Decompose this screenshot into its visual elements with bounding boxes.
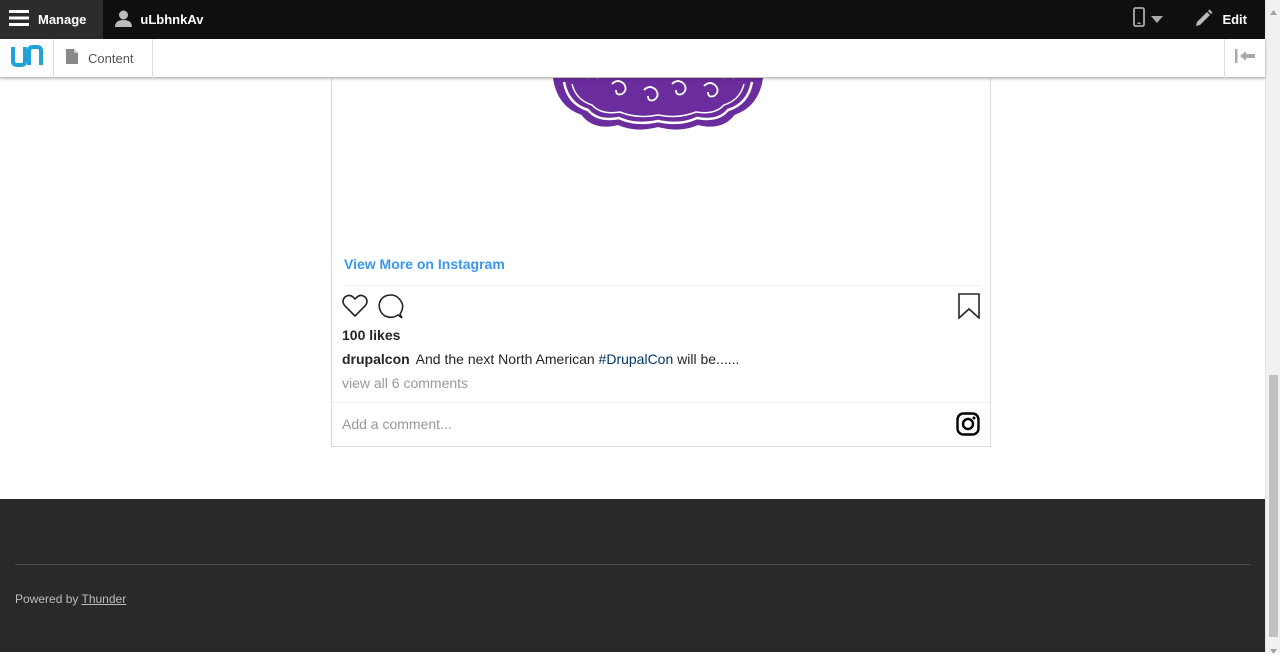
powered-by-text: Powered by Thunder [15, 592, 126, 606]
collapse-left-icon [1235, 48, 1255, 68]
scroll-down-arrow-icon[interactable] [1270, 641, 1277, 659]
caption-text-before: And the next North American [415, 351, 599, 367]
scroll-up-arrow-icon[interactable] [1270, 2, 1277, 20]
scrollbar-thumb[interactable] [1269, 375, 1278, 637]
admin-toolbar: Manage uLbhnkAv Edit [0, 0, 1265, 39]
divider [343, 285, 980, 286]
user-menu-button[interactable]: uLbhnkAv [103, 0, 215, 39]
post-caption: drupalcon And the next North American #Dr… [342, 351, 739, 367]
divider [332, 402, 990, 403]
content-menu-item[interactable]: Content [54, 38, 153, 78]
heart-icon[interactable] [342, 294, 368, 323]
manage-button[interactable]: Manage [0, 0, 104, 39]
view-more-on-instagram-link[interactable]: View More on Instagram [344, 256, 505, 272]
site-footer: Powered by Thunder [0, 499, 1265, 652]
edit-button[interactable]: Edit [1181, 0, 1265, 39]
powered-by-label: Powered by [15, 592, 79, 606]
caption-hashtag[interactable]: #DrupalCon [599, 351, 674, 367]
admin-toolbar-tray: Content [0, 38, 1265, 78]
edit-label: Edit [1222, 12, 1247, 27]
instagram-embed: View More on Instagram 100 likes drupalc… [331, 20, 991, 447]
thunder-link[interactable]: Thunder [82, 592, 127, 606]
pencil-icon [1195, 9, 1213, 30]
add-comment-input[interactable]: Add a comment... [342, 416, 452, 432]
thunder-logo-link[interactable] [0, 38, 54, 78]
manage-label: Manage [38, 12, 87, 27]
caption-text-after: will be...... [673, 351, 740, 367]
bookmark-icon[interactable] [958, 293, 980, 324]
content-label: Content [88, 50, 134, 66]
toolbar-orientation-toggle[interactable] [1224, 38, 1265, 78]
instagram-logo-icon[interactable] [956, 412, 980, 441]
thunder-logo-icon [10, 44, 44, 73]
user-label: uLbhnkAv [140, 12, 204, 27]
page-scrollbar[interactable] [1265, 0, 1280, 654]
view-all-comments-link[interactable]: view all 6 comments [342, 375, 468, 391]
divider [15, 564, 1251, 565]
comment-bubble-icon[interactable] [378, 294, 404, 325]
caption-username[interactable]: drupalcon [342, 351, 410, 367]
chevron-down-icon [1151, 11, 1164, 29]
document-icon [66, 49, 78, 67]
device-preview-button[interactable] [1121, 0, 1181, 39]
hamburger-icon [9, 10, 29, 29]
mobile-device-icon [1133, 7, 1146, 32]
likes-count: 100 likes [342, 327, 401, 343]
user-icon [115, 10, 133, 30]
